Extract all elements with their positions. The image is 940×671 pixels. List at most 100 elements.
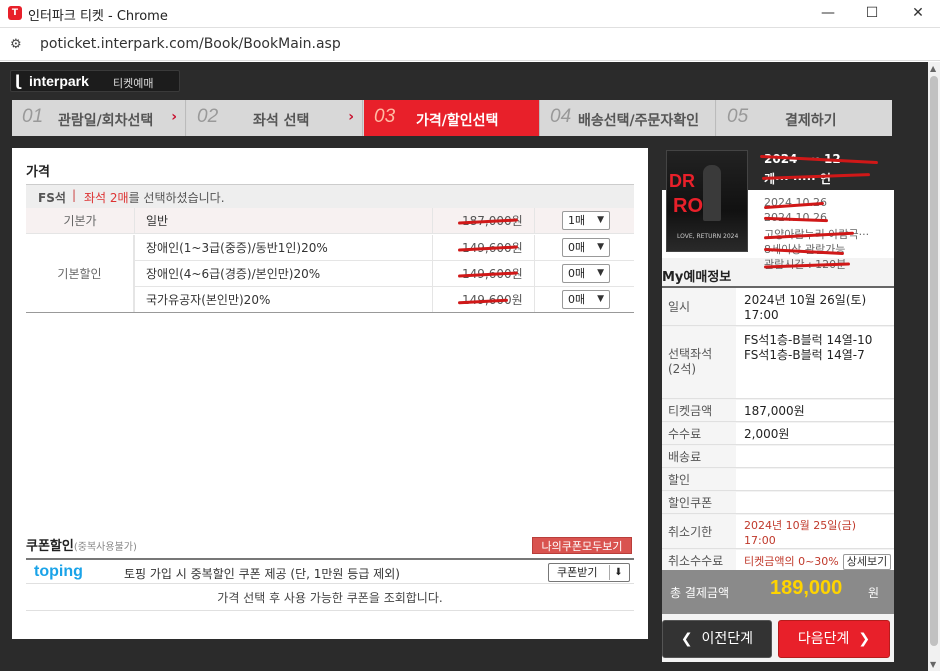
divider bbox=[534, 208, 535, 234]
total-box: 총 결제금액 189,000 원 bbox=[662, 570, 894, 614]
seat-grade: FS석 bbox=[38, 191, 66, 205]
divider bbox=[534, 235, 535, 261]
window-title: 인터파크 티켓 - Chrome bbox=[28, 9, 168, 24]
coupon-title-text: 쿠폰할인 bbox=[26, 539, 74, 554]
coupon-note: (중복사용불가) bbox=[73, 542, 137, 553]
divider bbox=[134, 235, 135, 261]
my-booking-panel: DR RO LOVE, RETURN 2024 2024 ···· 12 케··… bbox=[662, 146, 894, 662]
info-label: 선택좌석 (2석) bbox=[662, 327, 736, 398]
price-category: 기본가 bbox=[63, 214, 97, 228]
brand-sub: 티켓예매 bbox=[113, 77, 154, 90]
coupon-title: 쿠폰할인(중복사용불가) bbox=[26, 535, 137, 554]
discount-group-label: 기본할인 bbox=[26, 235, 134, 313]
quantity-select[interactable]: 0매 ▼ bbox=[562, 290, 610, 309]
toping-logo: toping bbox=[34, 563, 83, 580]
chevron-left-icon: ❮ bbox=[680, 631, 702, 647]
divider bbox=[432, 208, 433, 234]
divider bbox=[534, 261, 535, 287]
price-name: 일반 bbox=[146, 214, 169, 228]
info-row: 취소기한 2024년 10월 25일(금) 17:00 bbox=[662, 515, 894, 549]
info-label: 취소기한 bbox=[662, 515, 736, 548]
selected-message: 좌석 2매를 선택하셨습니다. bbox=[84, 189, 225, 206]
step-label: 결제하기 bbox=[785, 113, 837, 129]
info-row: 배송료 bbox=[662, 446, 894, 468]
info-label: 수수료 bbox=[662, 423, 736, 444]
get-coupon-button[interactable]: 쿠폰받기 ⬇ bbox=[548, 563, 630, 582]
address-bar: ⚙ poticket.interpark.com/Book/BookMain.a… bbox=[0, 29, 940, 61]
chevron-down-icon: ▼ bbox=[597, 242, 604, 252]
poster-caption: LOVE, RETURN 2024 bbox=[677, 233, 739, 240]
step-label: 배송선택/주문자확인 bbox=[578, 113, 700, 129]
info-row: 취소수수료 티켓금액의 0~30% 상세보기 bbox=[662, 550, 894, 572]
info-label: 티켓금액 bbox=[662, 400, 736, 421]
step-5: 05 결제하기 bbox=[717, 100, 892, 136]
show-info-box: DR RO LOVE, RETURN 2024 2024 ···· 12 케··… bbox=[662, 146, 894, 271]
logo-icon: ɭ bbox=[15, 72, 21, 90]
show-date: 2024.10.26 bbox=[764, 196, 827, 209]
prev-step-button[interactable]: ❮ 이전단계 bbox=[662, 620, 772, 658]
step-number: 02 bbox=[197, 106, 219, 127]
info-value: 2024년 10월 25일(금) 17:00 bbox=[744, 519, 857, 547]
chevron-right-icon: ❯ bbox=[849, 631, 871, 647]
step-label: 가격/할인선택 bbox=[416, 113, 499, 129]
coupon-message: 가격 선택 후 사용 가능한 쿠폰을 조회합니다. bbox=[26, 585, 634, 611]
quantity-select[interactable]: 0매 ▼ bbox=[562, 238, 610, 257]
price-title: 가격 bbox=[26, 165, 50, 180]
interpark-logo: ɭ interpark 티켓예매 bbox=[10, 70, 180, 92]
total-label: 총 결제금액 bbox=[670, 586, 730, 600]
info-value: 2,000원 bbox=[744, 427, 790, 441]
chevron-down-icon: ▼ bbox=[597, 294, 604, 304]
divider bbox=[534, 287, 535, 313]
detail-button[interactable]: 상세보기 bbox=[842, 554, 892, 570]
my-coupons-button[interactable]: 나의쿠폰모두보기 bbox=[532, 537, 632, 554]
selected-count: 좌석 2매 bbox=[84, 191, 129, 205]
quantity-select[interactable]: 1매 ▼ bbox=[562, 211, 610, 230]
chevron-down-icon: ▼ bbox=[597, 215, 604, 225]
url-text[interactable]: poticket.interpark.com/Book/BookMain.asp bbox=[40, 36, 341, 52]
quantity-select[interactable]: 0매 ▼ bbox=[562, 264, 610, 283]
table-row: 기본가 일반 187,000원 1매▼ bbox=[26, 208, 634, 234]
show-poster: DR RO LOVE, RETURN 2024 bbox=[666, 150, 748, 252]
total-unit: 원 bbox=[868, 586, 880, 600]
site-settings-icon[interactable]: ⚙ bbox=[10, 37, 22, 52]
info-row: 할인 bbox=[662, 469, 894, 491]
booking-info-table: 일시 2024년 10월 26일(토) 17:00 선택좌석 (2석) FS석1… bbox=[662, 286, 894, 572]
window-titlebar: T 인터파크 티켓 - Chrome — ☐ ✕ bbox=[0, 0, 940, 28]
price-name: 장애인(4~6급(경증)/본인만)20% bbox=[146, 267, 321, 281]
price-name: 국가유공자(본인만)20% bbox=[146, 293, 271, 307]
info-row: 티켓금액 187,000원 bbox=[662, 400, 894, 422]
info-label: 배송료 bbox=[662, 446, 736, 467]
divider: | bbox=[72, 188, 77, 202]
info-row: 일시 2024년 10월 26일(토) 17:00 bbox=[662, 288, 894, 326]
selected-seat-bar: FS석 | 좌석 2매를 선택하셨습니다. bbox=[26, 184, 634, 208]
info-value: 187,000원 bbox=[744, 404, 805, 418]
poster-text: RO bbox=[673, 195, 703, 217]
prev-label: 이전단계 bbox=[701, 631, 754, 647]
divider bbox=[134, 208, 135, 234]
scrollbar[interactable]: ▲ ▼ bbox=[928, 62, 940, 671]
toping-coupon-row: toping 토핑 가입 시 중복할인 쿠폰 제공 (단, 1만원 등급 제외)… bbox=[26, 558, 634, 584]
toping-text: 토핑 가입 시 중복할인 쿠폰 제공 (단, 1만원 등급 제외) bbox=[124, 567, 400, 581]
divider bbox=[134, 261, 135, 287]
scroll-down-icon[interactable]: ▼ bbox=[930, 660, 936, 669]
app-icon: T bbox=[8, 6, 22, 20]
next-label: 다음단계 bbox=[797, 631, 850, 647]
quantity-value: 0매 bbox=[568, 267, 586, 280]
download-icon: ⬇ bbox=[609, 565, 627, 580]
step-number: 04 bbox=[550, 106, 572, 127]
scrollbar-thumb[interactable] bbox=[930, 76, 938, 646]
chevron-right-icon: › bbox=[171, 109, 177, 125]
chevron-right-icon: › bbox=[348, 109, 354, 125]
price-name: 장애인(1~3급(중증)/동반1인)20% bbox=[146, 241, 328, 255]
minimize-icon[interactable]: — bbox=[810, 2, 846, 24]
next-step-button[interactable]: 다음단계 ❯ bbox=[778, 620, 890, 658]
my-booking-title: My예매정보 bbox=[662, 270, 732, 285]
scroll-up-icon[interactable]: ▲ bbox=[930, 64, 936, 73]
maximize-icon[interactable]: ☐ bbox=[854, 2, 890, 24]
info-row: 할인쿠폰 bbox=[662, 492, 894, 514]
quantity-value: 1매 bbox=[568, 214, 586, 227]
show-details: 2024 ···· 12 케··· ····· 연 2024.10.26 202… bbox=[760, 152, 890, 271]
info-label: 취소수수료 bbox=[662, 550, 736, 571]
step-number: 03 bbox=[374, 106, 396, 127]
close-icon[interactable]: ✕ bbox=[900, 2, 936, 24]
